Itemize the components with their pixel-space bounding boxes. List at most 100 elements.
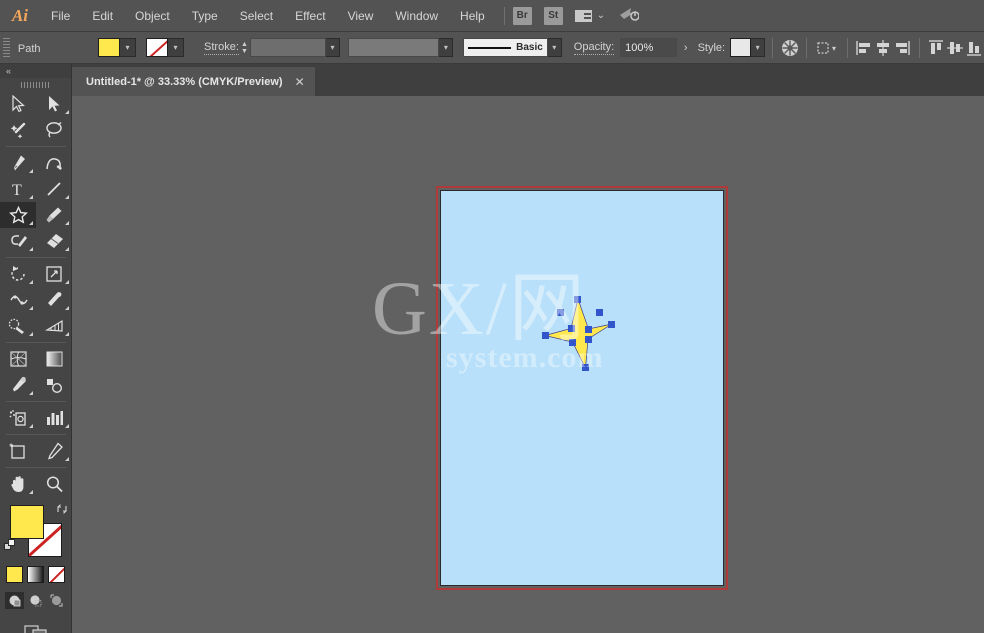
fill-dropdown-chevron-icon[interactable]: ▾ (120, 38, 137, 57)
recolor-artwork-icon[interactable] (780, 37, 799, 59)
shape-builder-tool[interactable] (0, 313, 36, 339)
document-canvas[interactable]: GX/网 system.com (72, 96, 984, 633)
star-shape[interactable] (541, 295, 615, 371)
gradient-tool[interactable] (36, 346, 72, 372)
fill-color-indicator[interactable] (10, 505, 44, 539)
width-tool[interactable] (0, 287, 36, 313)
artboard-tool[interactable] (0, 438, 36, 464)
stroke-weight-input[interactable] (250, 38, 326, 57)
magic-wand-tool[interactable] (0, 117, 36, 143)
creative-cloud-sync-icon[interactable] (619, 6, 640, 26)
anchor-point[interactable] (585, 336, 592, 343)
menu-object[interactable]: Object (124, 0, 181, 32)
paintbrush-tool[interactable] (36, 202, 72, 228)
artboard[interactable] (440, 190, 724, 586)
type-tool[interactable]: T (0, 176, 36, 202)
pen-tool[interactable] (0, 150, 36, 176)
swap-fill-stroke-icon[interactable] (56, 503, 68, 518)
menu-view[interactable]: View (337, 0, 385, 32)
align-right-icon[interactable] (893, 37, 912, 59)
default-fill-stroke-icon[interactable] (4, 539, 18, 558)
menu-help[interactable]: Help (449, 0, 496, 32)
brush-name-label: Basic (516, 42, 543, 53)
gradient-swatch-button[interactable] (27, 566, 44, 583)
stroke-dropdown-chevron-icon[interactable]: ▾ (168, 38, 185, 57)
stroke-color-control[interactable]: ▾ (146, 38, 185, 57)
anchor-point[interactable] (568, 325, 575, 332)
no-stroke-swatch[interactable] (146, 38, 169, 57)
menu-select[interactable]: Select (229, 0, 284, 32)
control-divider-3 (846, 37, 848, 58)
align-vertical-center-icon[interactable] (946, 37, 965, 59)
brush-definition-input[interactable]: Basic (463, 38, 548, 57)
lasso-tool[interactable] (36, 117, 72, 143)
tools-panel: « T (0, 64, 72, 633)
slice-tool[interactable] (36, 438, 72, 464)
tools-panel-grip[interactable] (0, 78, 71, 91)
screen-mode-button[interactable] (0, 623, 71, 633)
align-horizontal-center-icon[interactable] (874, 37, 893, 59)
eraser-tool[interactable] (36, 228, 72, 254)
align-left-icon[interactable] (855, 37, 874, 59)
opacity-input[interactable]: 100% (620, 38, 677, 57)
menu-edit[interactable]: Edit (81, 0, 124, 32)
stock-icon[interactable]: St (543, 6, 563, 25)
column-graph-tool[interactable] (36, 405, 72, 431)
close-icon[interactable]: ✕ (295, 75, 305, 89)
curvature-tool[interactable] (36, 150, 72, 176)
transform-icon[interactable]: ▾ (814, 37, 840, 59)
menu-type[interactable]: Type (181, 0, 229, 32)
draw-inside-button[interactable] (47, 592, 66, 609)
anchor-point[interactable] (542, 332, 549, 339)
mesh-tool[interactable] (0, 346, 36, 372)
menu-effect[interactable]: Effect (284, 0, 336, 32)
graphic-style-swatch[interactable] (730, 38, 752, 57)
free-transform-tool[interactable] (36, 287, 72, 313)
anchor-point[interactable] (569, 339, 576, 346)
anchor-point[interactable] (585, 326, 592, 333)
zoom-tool[interactable] (36, 471, 72, 497)
anchor-point[interactable] (596, 309, 603, 316)
rotate-tool[interactable] (0, 261, 36, 287)
direct-selection-tool[interactable] (36, 91, 72, 117)
stroke-weight-stepper[interactable]: ▲ ▼ (239, 38, 250, 57)
blend-tool[interactable] (36, 372, 72, 398)
anchor-point[interactable] (574, 296, 581, 303)
hand-tool[interactable] (0, 471, 36, 497)
stroke-weight-chevron-icon[interactable]: ▾ (325, 38, 340, 57)
color-swatch-button[interactable] (6, 566, 23, 583)
anchor-point[interactable] (582, 364, 589, 371)
selection-tool[interactable] (0, 91, 36, 117)
opacity-more-arrow-icon[interactable]: › (684, 42, 688, 54)
workspace-switcher-icon[interactable]: ⌄ (574, 9, 605, 22)
brush-chevron-icon[interactable]: ▾ (547, 38, 562, 57)
fill-color-swatch[interactable] (98, 38, 121, 57)
line-segment-tool[interactable] (36, 176, 72, 202)
menu-file[interactable]: File (40, 0, 81, 32)
bridge-icon[interactable]: Br (512, 6, 532, 25)
variable-width-profile-input[interactable] (347, 38, 440, 57)
style-chevron-icon[interactable]: ▾ (751, 38, 766, 57)
app-logo-icon: Ai (11, 5, 29, 25)
draw-normal-button[interactable] (5, 592, 24, 609)
anchor-point[interactable] (608, 321, 615, 328)
perspective-grid-tool[interactable] (36, 313, 72, 339)
control-bar-grip[interactable] (3, 37, 10, 58)
anchor-point[interactable] (557, 309, 564, 316)
none-swatch-button[interactable] (48, 566, 65, 583)
variable-width-chevron-icon[interactable]: ▾ (439, 38, 454, 57)
tools-panel-header[interactable]: « (0, 64, 71, 78)
star-tool[interactable] (0, 202, 36, 228)
fill-color-control[interactable]: ▾ (98, 38, 137, 57)
document-tab[interactable]: Untitled-1* @ 33.33% (CMYK/Preview) ✕ (72, 67, 315, 96)
align-top-icon[interactable] (927, 37, 946, 59)
align-bottom-icon[interactable] (965, 37, 984, 59)
menu-window[interactable]: Window (384, 0, 449, 32)
scale-tool[interactable] (36, 261, 72, 287)
tools-grid: T (0, 91, 72, 497)
symbol-sprayer-tool[interactable] (0, 405, 36, 431)
shaper-tool[interactable] (0, 228, 36, 254)
collapse-panel-icon[interactable]: « (6, 66, 11, 76)
draw-behind-button[interactable] (26, 592, 45, 609)
eyedropper-tool[interactable] (0, 372, 36, 398)
